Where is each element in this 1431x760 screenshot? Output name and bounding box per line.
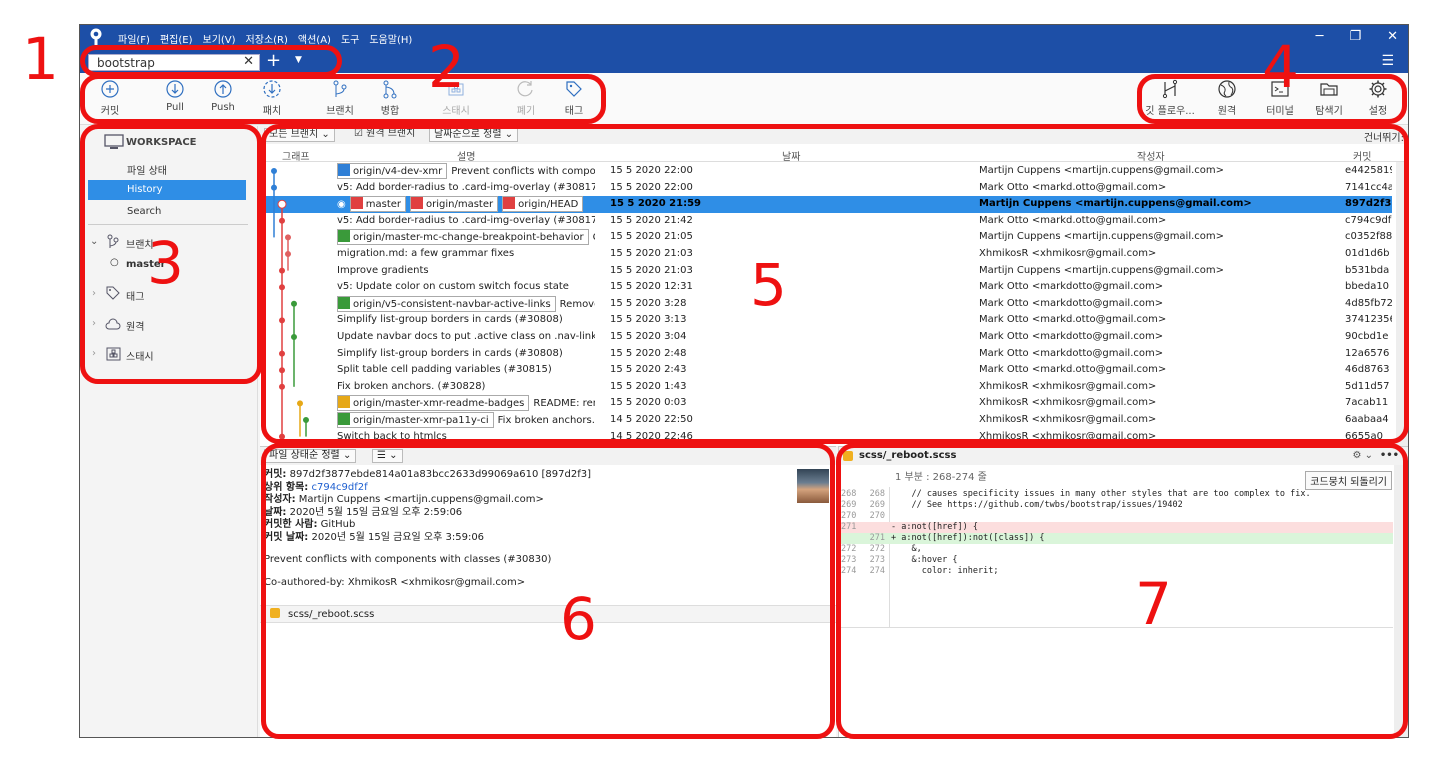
- window-controls: ─ ❐ ✕: [1316, 29, 1398, 44]
- menu-item-2[interactable]: 보기(V): [203, 31, 236, 46]
- annotation-box-1: [80, 45, 342, 77]
- minimize-icon[interactable]: ─: [1316, 29, 1324, 44]
- annotation-number-1: 1: [22, 25, 59, 93]
- menu-item-1[interactable]: 편집(E): [160, 31, 193, 46]
- annotation-number-7: 7: [1135, 570, 1172, 638]
- menu-item-6[interactable]: 도움말(H): [369, 31, 412, 46]
- annotation-box-6: [261, 443, 835, 739]
- menu-item-4[interactable]: 액션(A): [298, 31, 331, 46]
- menu-bar: 파일(F) 편집(E) 보기(V) 저장소(R) 액션(A) 도구 도움말(H): [118, 31, 422, 46]
- annotation-number-6: 6: [560, 585, 597, 653]
- annotation-number-3: 3: [147, 229, 184, 297]
- annotation-box-5: [261, 124, 1409, 444]
- annotation-box-2: [80, 74, 606, 124]
- close-window-icon[interactable]: ✕: [1387, 29, 1398, 44]
- menu-item-0[interactable]: 파일(F): [118, 31, 150, 46]
- sourcetree-logo-icon: [90, 28, 102, 45]
- annotation-number-4: 4: [1262, 33, 1299, 101]
- menu-item-5[interactable]: 도구: [341, 31, 359, 46]
- annotation-number-2: 2: [428, 33, 465, 101]
- annotation-box-7: [836, 443, 1408, 739]
- restore-icon[interactable]: ❐: [1349, 29, 1361, 44]
- hamburger-menu-icon[interactable]: ☰: [1381, 53, 1394, 69]
- annotation-number-5: 5: [750, 251, 787, 319]
- menu-item-3[interactable]: 저장소(R): [246, 31, 288, 46]
